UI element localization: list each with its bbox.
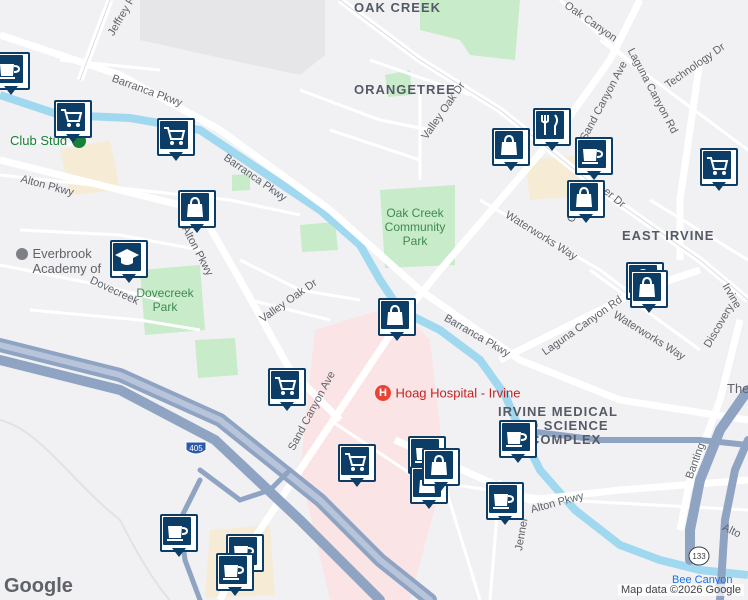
area-label-oak-creek: OAK CREEK [354,0,442,15]
map-canvas[interactable]: OAK CREEK ORANGETREE EAST IRVINE IRVINE … [0,0,748,600]
coffee-icon [167,526,189,541]
coffee-icon [0,64,21,79]
area-label-orangetree: ORANGETREE [354,82,456,97]
route-133-shield-icon: 133 [688,546,710,566]
i405-shield-text: 405 [189,444,203,453]
coffee-icon [582,149,604,164]
map-marker-coffee[interactable] [575,137,613,183]
map-marker-coffee[interactable] [486,482,524,528]
map-marker-coffee[interactable] [0,52,30,98]
fork-knife-icon [541,114,558,135]
map-marker-bag[interactable] [492,128,530,174]
google-logo: Google [4,575,73,597]
poi-everbrook-line-1: Everbrook [32,246,92,261]
poi-everbrook[interactable]: Everbrook Academy of [16,246,101,276]
route-133-shield-text: 133 [692,552,706,561]
map-marker-cart[interactable] [338,444,376,490]
map-marker-bag[interactable] [178,190,216,236]
map-marker-school[interactable] [110,240,148,286]
coffee-icon [506,432,528,447]
bag-icon [576,186,592,207]
map-marker-fork-knife[interactable] [533,108,571,154]
bag-icon [431,454,447,475]
park-label-oak-creek-line-3: Park [402,234,428,248]
area-label-east-irvine: EAST IRVINE [622,228,715,243]
bag-icon [387,304,403,325]
map-attribution[interactable]: Map data ©2026 Google [617,584,744,596]
coffee-icon [493,494,515,509]
poi-hoag-label: Hoag Hospital - Irvine [395,385,521,401]
school-icon [115,249,139,265]
map-marker-cart[interactable] [54,100,92,146]
i405-shield-icon: 405 [185,440,207,458]
poi-everbrook-line-2: Academy of [32,261,102,276]
cart-icon [707,157,729,175]
map-marker-bag[interactable] [422,448,460,494]
map-marker-cart[interactable] [268,368,306,414]
map-marker-bag[interactable] [630,270,668,316]
map-marker-coffee[interactable] [160,514,198,560]
park-label-dovecreek-line-1: Dovecreek [136,286,194,300]
cart-icon [164,127,186,145]
cart-icon [61,109,83,127]
map-marker-bag[interactable] [378,298,416,344]
cart-icon [275,377,297,395]
area-label-irvine-medical-3: COMPLEX [530,432,602,447]
park-label-oak-creek: Oak Creek Community Park [375,206,455,248]
park-label-dovecreek: Dovecreek Park [127,286,203,314]
bag-icon [187,196,203,217]
hospital-icon: H [375,384,391,401]
area-label-the: The [727,381,748,396]
map-marker-coffee[interactable] [216,553,254,599]
park-label-oak-creek-line-1: Oak Creek [386,206,444,220]
bag-icon [501,134,517,155]
park-label-dovecreek-line-2: Park [152,300,178,314]
poi-hoag-hospital[interactable]: H Hoag Hospital - Irvine [375,384,520,402]
bag-icon [639,276,655,297]
map-marker-bag[interactable] [567,180,605,226]
cart-icon [345,453,367,471]
map-marker-coffee[interactable] [499,420,537,466]
area-label-irvine-medical-1: IRVINE MEDICAL [498,404,618,419]
coffee-icon [223,565,245,580]
map-marker-cart[interactable] [700,148,738,194]
park-label-oak-creek-line-2: Community [384,220,446,234]
map-marker-cart[interactable] [157,118,195,164]
school-dot-icon [16,248,28,260]
